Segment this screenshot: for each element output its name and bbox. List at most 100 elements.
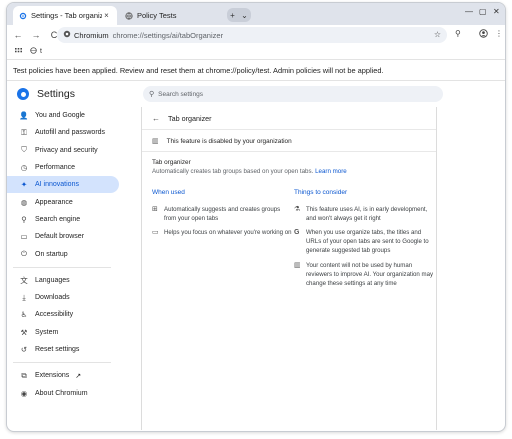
info-icon: ◉ bbox=[20, 388, 28, 398]
browser-window: Settings - Tab organizer × Policy Tests … bbox=[6, 2, 506, 432]
feature-text: Automatically suggests and creates group… bbox=[164, 206, 281, 222]
divider bbox=[142, 129, 436, 130]
sidebar-item-ai-innovations[interactable]: ✦ AI innovations bbox=[7, 176, 119, 194]
extension-icon[interactable]: ⚲ bbox=[455, 29, 461, 38]
close-window-button[interactable]: ✕ bbox=[493, 7, 500, 16]
divider bbox=[142, 151, 436, 152]
open-in-new-icon: ↗ bbox=[75, 372, 82, 380]
sidebar-item-you-and-google[interactable]: 👤 You and Google bbox=[7, 107, 119, 124]
sidebar-item-label: Autofill and passwords bbox=[35, 129, 106, 137]
managed-text: This feature is disabled by your organiz… bbox=[166, 137, 292, 145]
sidebar-item-label: System bbox=[35, 328, 59, 336]
sidebar-item-label: On startup bbox=[35, 250, 68, 258]
search-icon: ⚲ bbox=[21, 214, 27, 224]
tab-label: Settings - Tab organizer bbox=[31, 11, 102, 20]
sidebar-item-label: Extensions bbox=[35, 372, 70, 380]
sidebar-item-performance[interactable]: ◷ Performance bbox=[7, 159, 119, 176]
sidebar-item-search-engine[interactable]: ⚲ Search engine bbox=[7, 211, 119, 228]
consider-text: When you use organize tabs, the titles a… bbox=[306, 229, 429, 254]
tab-strip: Settings - Tab organizer × Policy Tests … bbox=[7, 3, 505, 25]
sidebar-item-label: Default browser bbox=[35, 233, 85, 241]
learn-more-link[interactable]: Learn more bbox=[315, 168, 347, 175]
sidebar-item-label: Search engine bbox=[35, 215, 81, 223]
sidebar-item-label: Reset settings bbox=[35, 346, 80, 353]
download-icon: ⤓ bbox=[22, 292, 26, 302]
globe-icon bbox=[125, 11, 133, 20]
auto-group-icon: ⊞ bbox=[152, 206, 158, 213]
enterprise-building-icon: ▥ bbox=[294, 262, 301, 269]
sidebar-item-languages[interactable]: 文 Languages bbox=[7, 272, 119, 289]
settings-header: Settings ⚲ Search settings bbox=[7, 82, 505, 106]
apps-icon[interactable] bbox=[15, 47, 22, 55]
sidebar-item-label: Performance bbox=[35, 164, 76, 172]
sparkle-icon: ✦ bbox=[20, 180, 28, 190]
google-g-icon: G bbox=[294, 229, 300, 236]
menu-icon[interactable]: ⋮ bbox=[495, 29, 503, 38]
forward-button[interactable]: → bbox=[29, 28, 43, 42]
minimize-button[interactable]: — bbox=[465, 7, 473, 16]
back-arrow-icon[interactable]: ← bbox=[152, 114, 160, 123]
toolbar: ← → C Chromium chrome://settings/ai/tabO… bbox=[7, 25, 505, 45]
sidebar-item-autofill-and-passwords[interactable]: ⚿ Autofill and passwords bbox=[7, 124, 119, 141]
subpage-header: ← Tab organizer bbox=[152, 114, 212, 123]
address-bar[interactable]: Chromium chrome://settings/ai/tabOrganiz… bbox=[57, 27, 447, 43]
sidebar-item-label: AI innovations bbox=[35, 181, 79, 189]
tab-policy-tests[interactable]: Policy Tests bbox=[119, 6, 223, 25]
url-text[interactable]: chrome://settings/ai/tabOrganizer bbox=[113, 31, 223, 40]
sidebar-item-appearance[interactable]: ◍ Appearance bbox=[7, 193, 119, 210]
maximize-button[interactable]: ▢ bbox=[479, 7, 487, 16]
consider-item: ⚗ This feature uses AI, is in early deve… bbox=[294, 205, 434, 223]
page-title: Settings bbox=[37, 88, 75, 100]
sidebar-item-downloads[interactable]: ⤓ Downloads bbox=[7, 289, 119, 306]
key-icon: ⚿ bbox=[21, 127, 27, 137]
subpage-title: Tab organizer bbox=[168, 114, 212, 123]
puzzle-icon: ⧉ bbox=[21, 370, 27, 380]
search-settings-input[interactable]: ⚲ Search settings bbox=[143, 86, 443, 102]
sidebar-item-label: Accessibility bbox=[35, 311, 74, 319]
sidebar-item-default-browser[interactable]: ▭ Default browser bbox=[7, 228, 119, 245]
palette-icon: ◍ bbox=[20, 197, 28, 207]
section-description: Automatically creates tab groups based o… bbox=[152, 168, 347, 175]
sidebar-divider bbox=[13, 266, 111, 268]
consider-text: Your content will not be used by human r… bbox=[306, 262, 434, 287]
bookmark-star-icon[interactable]: ☆ bbox=[434, 30, 441, 39]
sidebar-item-privacy-and-security[interactable]: ⛉ Privacy and security bbox=[7, 142, 119, 159]
site-info-icon[interactable] bbox=[63, 30, 71, 40]
chromium-logo-icon bbox=[17, 88, 29, 100]
search-icon: ⚲ bbox=[149, 91, 155, 98]
tab-organizer-card: ← Tab organizer ▥ This feature is disabl… bbox=[141, 107, 437, 430]
back-button[interactable]: ← bbox=[11, 28, 25, 42]
translate-icon: 文 bbox=[20, 275, 28, 285]
shield-icon: ⛉ bbox=[21, 145, 27, 155]
profile-avatar-icon[interactable] bbox=[479, 29, 488, 40]
bookmarks-bar: t bbox=[7, 45, 505, 57]
sidebar-item-system[interactable]: ⚒ System bbox=[7, 324, 119, 341]
consider-item: G When you use organize tabs, the titles… bbox=[294, 228, 434, 255]
bookmark-label: t bbox=[40, 47, 42, 55]
consider-item: ▥ Your content will not be used by human… bbox=[294, 261, 434, 288]
things-to-consider-heading: Things to consider bbox=[294, 189, 348, 196]
sidebar-divider bbox=[13, 362, 111, 364]
reset-icon: ↺ bbox=[20, 345, 28, 354]
bookmark-item[interactable]: t bbox=[30, 46, 42, 56]
tab-search-button[interactable]: ⌄ bbox=[241, 11, 248, 20]
speed-icon: ◷ bbox=[20, 163, 28, 173]
sidebar-item-accessibility[interactable]: ♿ Accessibility bbox=[7, 306, 119, 323]
tab-settings[interactable]: Settings - Tab organizer × bbox=[13, 6, 117, 25]
when-used-heading: When used bbox=[152, 189, 185, 196]
new-tab-button[interactable]: + bbox=[230, 11, 235, 20]
enterprise-building-icon: ▥ bbox=[152, 138, 159, 145]
sidebar-item-on-startup[interactable]: ⏻ On startup bbox=[7, 245, 119, 262]
lab-flask-icon: ⚗ bbox=[294, 206, 301, 213]
sidebar-item-extensions[interactable]: ⧉ Extensions ↗ bbox=[7, 367, 119, 384]
section-title: Tab organizer bbox=[152, 159, 191, 166]
sidebar-item-label: Appearance bbox=[35, 198, 73, 206]
sidebar-item-about-chromium[interactable]: ◉ About Chromium bbox=[7, 384, 119, 401]
tab-label: Policy Tests bbox=[137, 11, 177, 20]
sidebar-item-reset-settings[interactable]: ↺ Reset settings bbox=[7, 341, 119, 358]
feature-item: ⊞ Automatically suggests and creates gro… bbox=[152, 205, 287, 223]
close-tab-icon[interactable]: × bbox=[102, 11, 111, 20]
accessibility-icon: ♿ bbox=[20, 310, 28, 320]
site-name: Chromium bbox=[74, 30, 109, 40]
managed-notice: ▥ This feature is disabled by your organ… bbox=[152, 137, 292, 146]
